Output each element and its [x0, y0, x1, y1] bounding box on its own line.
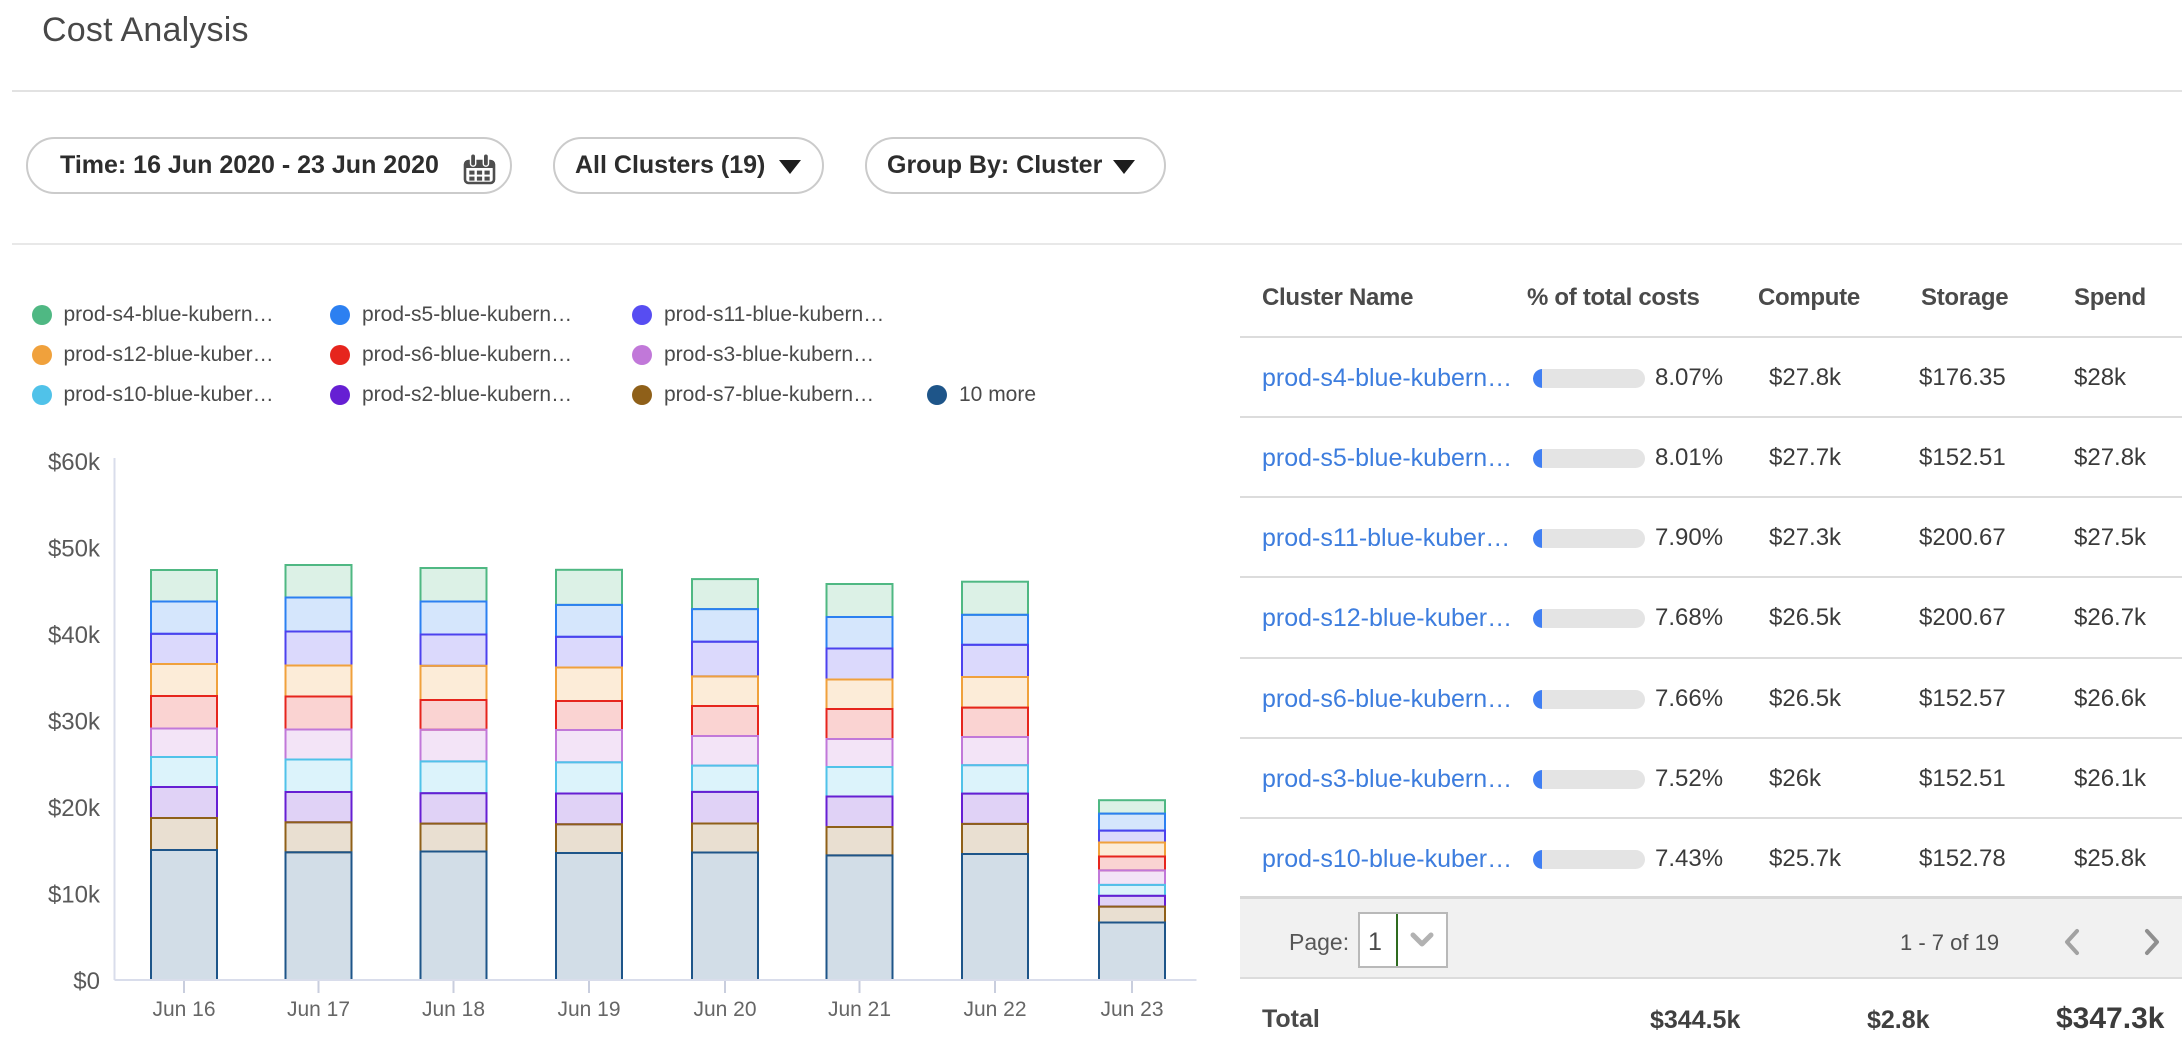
svg-text:$40k: $40k — [48, 622, 101, 649]
svg-text:$30k: $30k — [48, 709, 101, 736]
svg-text:Jun 18: Jun 18 — [422, 998, 485, 1021]
svg-text:Jun 20: Jun 20 — [693, 998, 756, 1021]
svg-text:Jun 21: Jun 21 — [828, 998, 891, 1021]
svg-text:Jun 19: Jun 19 — [557, 998, 620, 1021]
svg-text:Jun 17: Jun 17 — [287, 998, 350, 1021]
svg-text:$0: $0 — [73, 968, 100, 995]
svg-text:$10k: $10k — [48, 882, 101, 909]
svg-text:$50k: $50k — [48, 536, 101, 563]
svg-text:$60k: $60k — [48, 449, 101, 476]
svg-text:Jun 16: Jun 16 — [152, 998, 215, 1021]
svg-text:Jun 23: Jun 23 — [1100, 998, 1163, 1021]
svg-text:Jun 22: Jun 22 — [963, 998, 1026, 1021]
svg-text:$20k: $20k — [48, 795, 101, 822]
